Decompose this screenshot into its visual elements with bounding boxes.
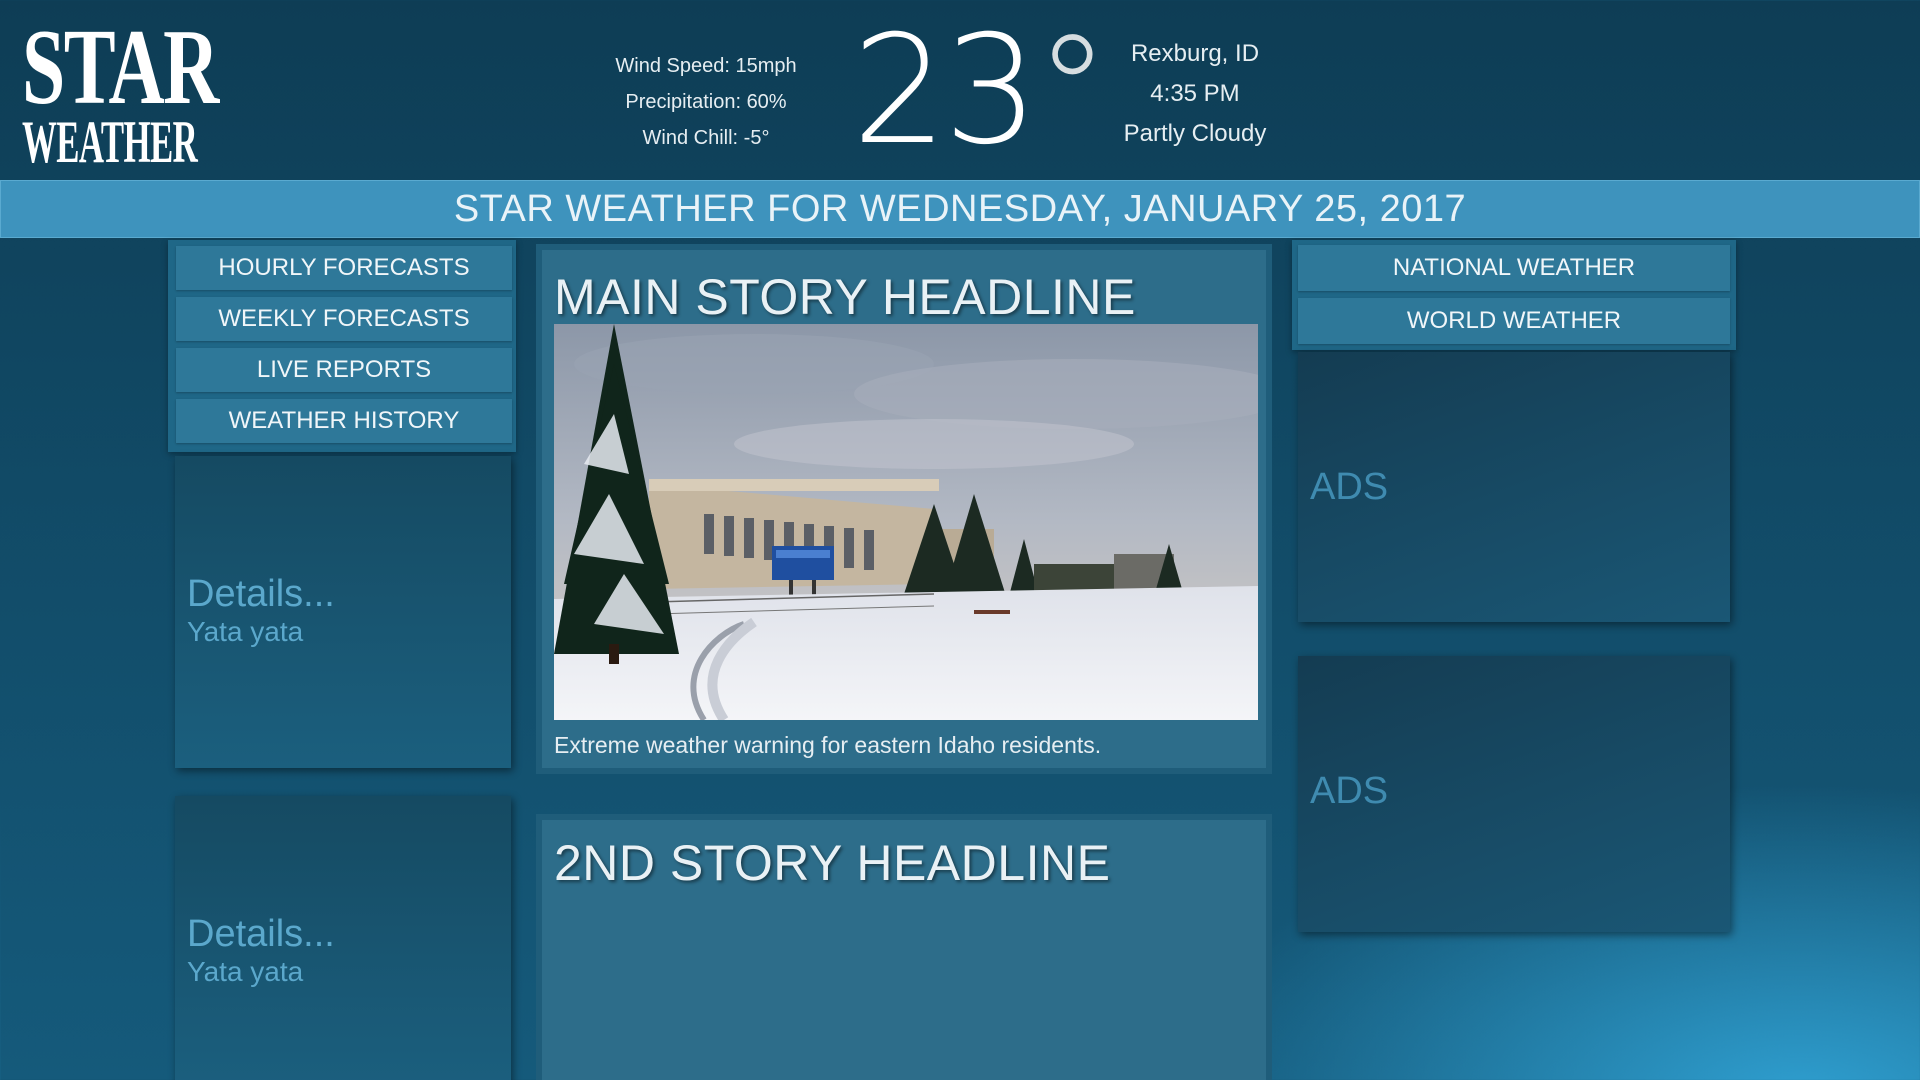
location-info: Rexburg, ID 4:35 PM Partly Cloudy [1100, 34, 1290, 154]
weather-history-button[interactable]: WEATHER HISTORY [176, 399, 512, 443]
precipitation: Precipitation: 60% [625, 91, 787, 113]
region-nav-panel: NATIONAL WEATHER WORLD WEATHER [1292, 240, 1736, 350]
logo-line-weather: WEATHER [22, 109, 198, 175]
world-weather-button[interactable]: WORLD WEATHER [1298, 298, 1730, 344]
wind-speed: Wind Speed: 15mph [615, 55, 797, 77]
wind-chill: Wind Chill: -5° [642, 127, 770, 149]
detail-card-subtitle: Yata yata [187, 956, 304, 987]
temperature-value: 23 [852, 4, 1039, 178]
weather-stats: Wind Speed: 15mph Precipitation: 60% Win… [590, 48, 822, 156]
local-time: 4:35 PM [1150, 80, 1240, 107]
forecast-nav-panel: HOURLY FORECASTS WEEKLY FORECASTS LIVE R… [168, 240, 516, 452]
ad-label: ADS [1310, 770, 1389, 812]
main-story-caption: Extreme weather warning for eastern Idah… [554, 732, 1102, 758]
second-story[interactable]: 2ND STORY HEADLINE [536, 814, 1272, 1080]
national-weather-button[interactable]: NATIONAL WEATHER [1298, 245, 1730, 291]
second-story-headline[interactable]: 2ND STORY HEADLINE [554, 834, 1110, 892]
current-temperature: 23° [852, 16, 1110, 166]
logo-line-star: STAR [22, 8, 219, 127]
main-story[interactable]: MAIN STORY HEADLINE Extreme weather warn… [536, 244, 1272, 774]
star-weather-logo[interactable]: STAR WEATHER [22, 8, 219, 175]
detail-card-1[interactable]: Details... Yata yata [175, 456, 511, 768]
detail-card-title: Details... [187, 573, 335, 615]
main-story-photo[interactable] [554, 324, 1258, 720]
weekly-forecasts-button[interactable]: WEEKLY FORECASTS [176, 297, 512, 341]
sky-condition: Partly Cloudy [1123, 120, 1267, 147]
date-banner: STAR WEATHER FOR WEDNESDAY, JANUARY 25, … [0, 180, 1920, 238]
ad-slot-1[interactable]: ADS [1298, 352, 1730, 622]
live-reports-button[interactable]: LIVE REPORTS [176, 348, 512, 392]
location-name: Rexburg, ID [1130, 40, 1260, 67]
degree-symbol: ° [1034, 4, 1110, 178]
hourly-forecasts-button[interactable]: HOURLY FORECASTS [176, 246, 512, 290]
detail-card-title: Details... [187, 913, 335, 955]
detail-card-2[interactable]: Details... Yata yata [175, 796, 511, 1080]
snowy-campus-photo [554, 324, 1258, 720]
main-story-headline[interactable]: MAIN STORY HEADLINE [554, 268, 1136, 326]
ad-label: ADS [1310, 466, 1389, 508]
ad-slot-2[interactable]: ADS [1298, 656, 1730, 932]
detail-card-subtitle: Yata yata [187, 616, 304, 647]
